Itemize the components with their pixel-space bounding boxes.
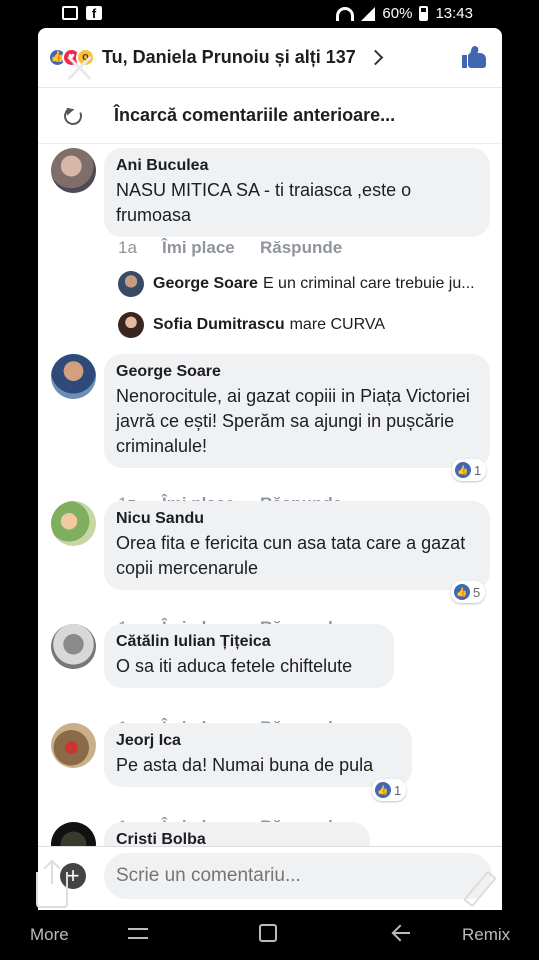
close-icon[interactable] — [66, 54, 94, 82]
comment-composer: + — [38, 846, 502, 910]
like-button[interactable]: Îmi place — [162, 238, 260, 258]
clock: 13:43 — [435, 5, 473, 22]
reply-item[interactable]: George Soare E un criminal care trebuie … — [118, 271, 475, 297]
like-post-button[interactable] — [462, 45, 486, 68]
comments-modal: 👍 ♥ o Tu, Daniela Prunoiu și alți 137 În… — [38, 28, 502, 910]
thumbs-up-icon: 👍 — [375, 782, 391, 798]
reply-item[interactable]: Sofia Dumitrascu mare CURVA — [118, 312, 385, 338]
thumbs-up-icon: 👍 — [454, 584, 470, 600]
comment-input[interactable] — [104, 853, 492, 899]
avatar[interactable] — [51, 624, 96, 669]
comment-text: NASU MITICA SA - ti traiasca ,este o fru… — [116, 180, 412, 225]
signal-icon — [361, 6, 376, 21]
comment-text: Nenorocitule, ai gazat copiii in Piața V… — [116, 386, 470, 456]
wifi-icon — [336, 6, 355, 21]
reply-button[interactable]: Răspunde — [260, 238, 342, 258]
share-icon[interactable] — [36, 862, 68, 908]
avatar[interactable] — [51, 501, 96, 546]
comment-author[interactable]: George Soare — [116, 362, 478, 382]
reload-icon — [61, 103, 85, 128]
gallery-icon — [62, 6, 78, 20]
load-previous-comments[interactable]: Încarcă comentariile anterioare... — [38, 88, 502, 144]
back-icon[interactable] — [392, 924, 410, 942]
comment-bubble[interactable]: Cătălin Iulian Țițeica O sa iti aduca fe… — [104, 624, 394, 688]
load-previous-label: Încarcă comentariile anterioare... — [114, 105, 396, 125]
battery-percent: 60% — [382, 5, 413, 22]
comment-bubble[interactable]: Jeorj Ica Pe asta da! Numai buna de pula — [104, 723, 412, 787]
comment-author[interactable]: Nicu Sandu — [116, 509, 478, 529]
avatar[interactable] — [51, 148, 96, 193]
like-count: 1 — [474, 462, 482, 478]
reactions-text: Tu, Daniela Prunoiu și alți 137 — [102, 47, 356, 67]
comment-text: O sa iti aduca fetele chiftelute — [116, 656, 353, 676]
navigation-bar: More Remix — [0, 910, 539, 960]
status-left-icons: f — [62, 6, 102, 21]
recent-apps-icon[interactable] — [128, 925, 148, 941]
like-count: 1 — [394, 782, 402, 798]
comment-author[interactable]: Cătălin Iulian Țițeica — [116, 632, 382, 652]
status-right: 60% 13:43 — [336, 5, 473, 22]
comment-bubble[interactable]: George Soare Nenorocitule, ai gazat copi… — [104, 354, 490, 468]
thumbs-up-icon: 👍 — [455, 462, 471, 478]
battery-icon — [419, 6, 429, 21]
avatar[interactable] — [51, 723, 96, 768]
reply-avatar — [118, 312, 144, 338]
more-button[interactable]: More — [30, 925, 69, 945]
reply-text: mare CURVA — [289, 316, 386, 333]
comment-author[interactable]: Jeorj Ica — [116, 731, 400, 751]
like-count: 5 — [473, 584, 481, 600]
comment-bubble[interactable]: Ani Buculea NASU MITICA SA - ti traiasca… — [104, 148, 490, 237]
facebook-icon: f — [86, 6, 102, 21]
reply-text: E un criminal care trebuie ju... — [262, 275, 475, 292]
avatar[interactable] — [51, 354, 96, 399]
reactions-summary[interactable]: 👍 ♥ o Tu, Daniela Prunoiu și alți 137 — [38, 28, 502, 88]
status-bar: f 60% 13:43 — [0, 0, 539, 30]
like-count-badge[interactable]: 👍 1 — [452, 459, 487, 481]
reply-author[interactable]: Sofia Dumitrascu — [153, 316, 285, 334]
comment-text: Pe asta da! Numai buna de pula — [116, 755, 374, 775]
like-count-badge[interactable]: 👍 1 — [372, 779, 407, 801]
chevron-right-icon — [367, 49, 384, 66]
home-icon[interactable] — [259, 924, 277, 942]
reply-avatar — [118, 271, 144, 297]
comment-time: 1a — [118, 238, 137, 257]
like-count-badge[interactable]: 👍 5 — [451, 581, 486, 603]
comment-actions: 1a Îmi place Răspunde — [118, 238, 342, 258]
comment-bubble[interactable]: Nicu Sandu Orea fita e fericita cun asa … — [104, 501, 490, 590]
reply-author[interactable]: George Soare — [153, 275, 258, 293]
comment-text: Orea fita e fericita cun asa tata care a… — [116, 533, 466, 578]
remix-button[interactable]: Remix — [462, 925, 510, 945]
comment-author[interactable]: Ani Buculea — [116, 156, 478, 176]
